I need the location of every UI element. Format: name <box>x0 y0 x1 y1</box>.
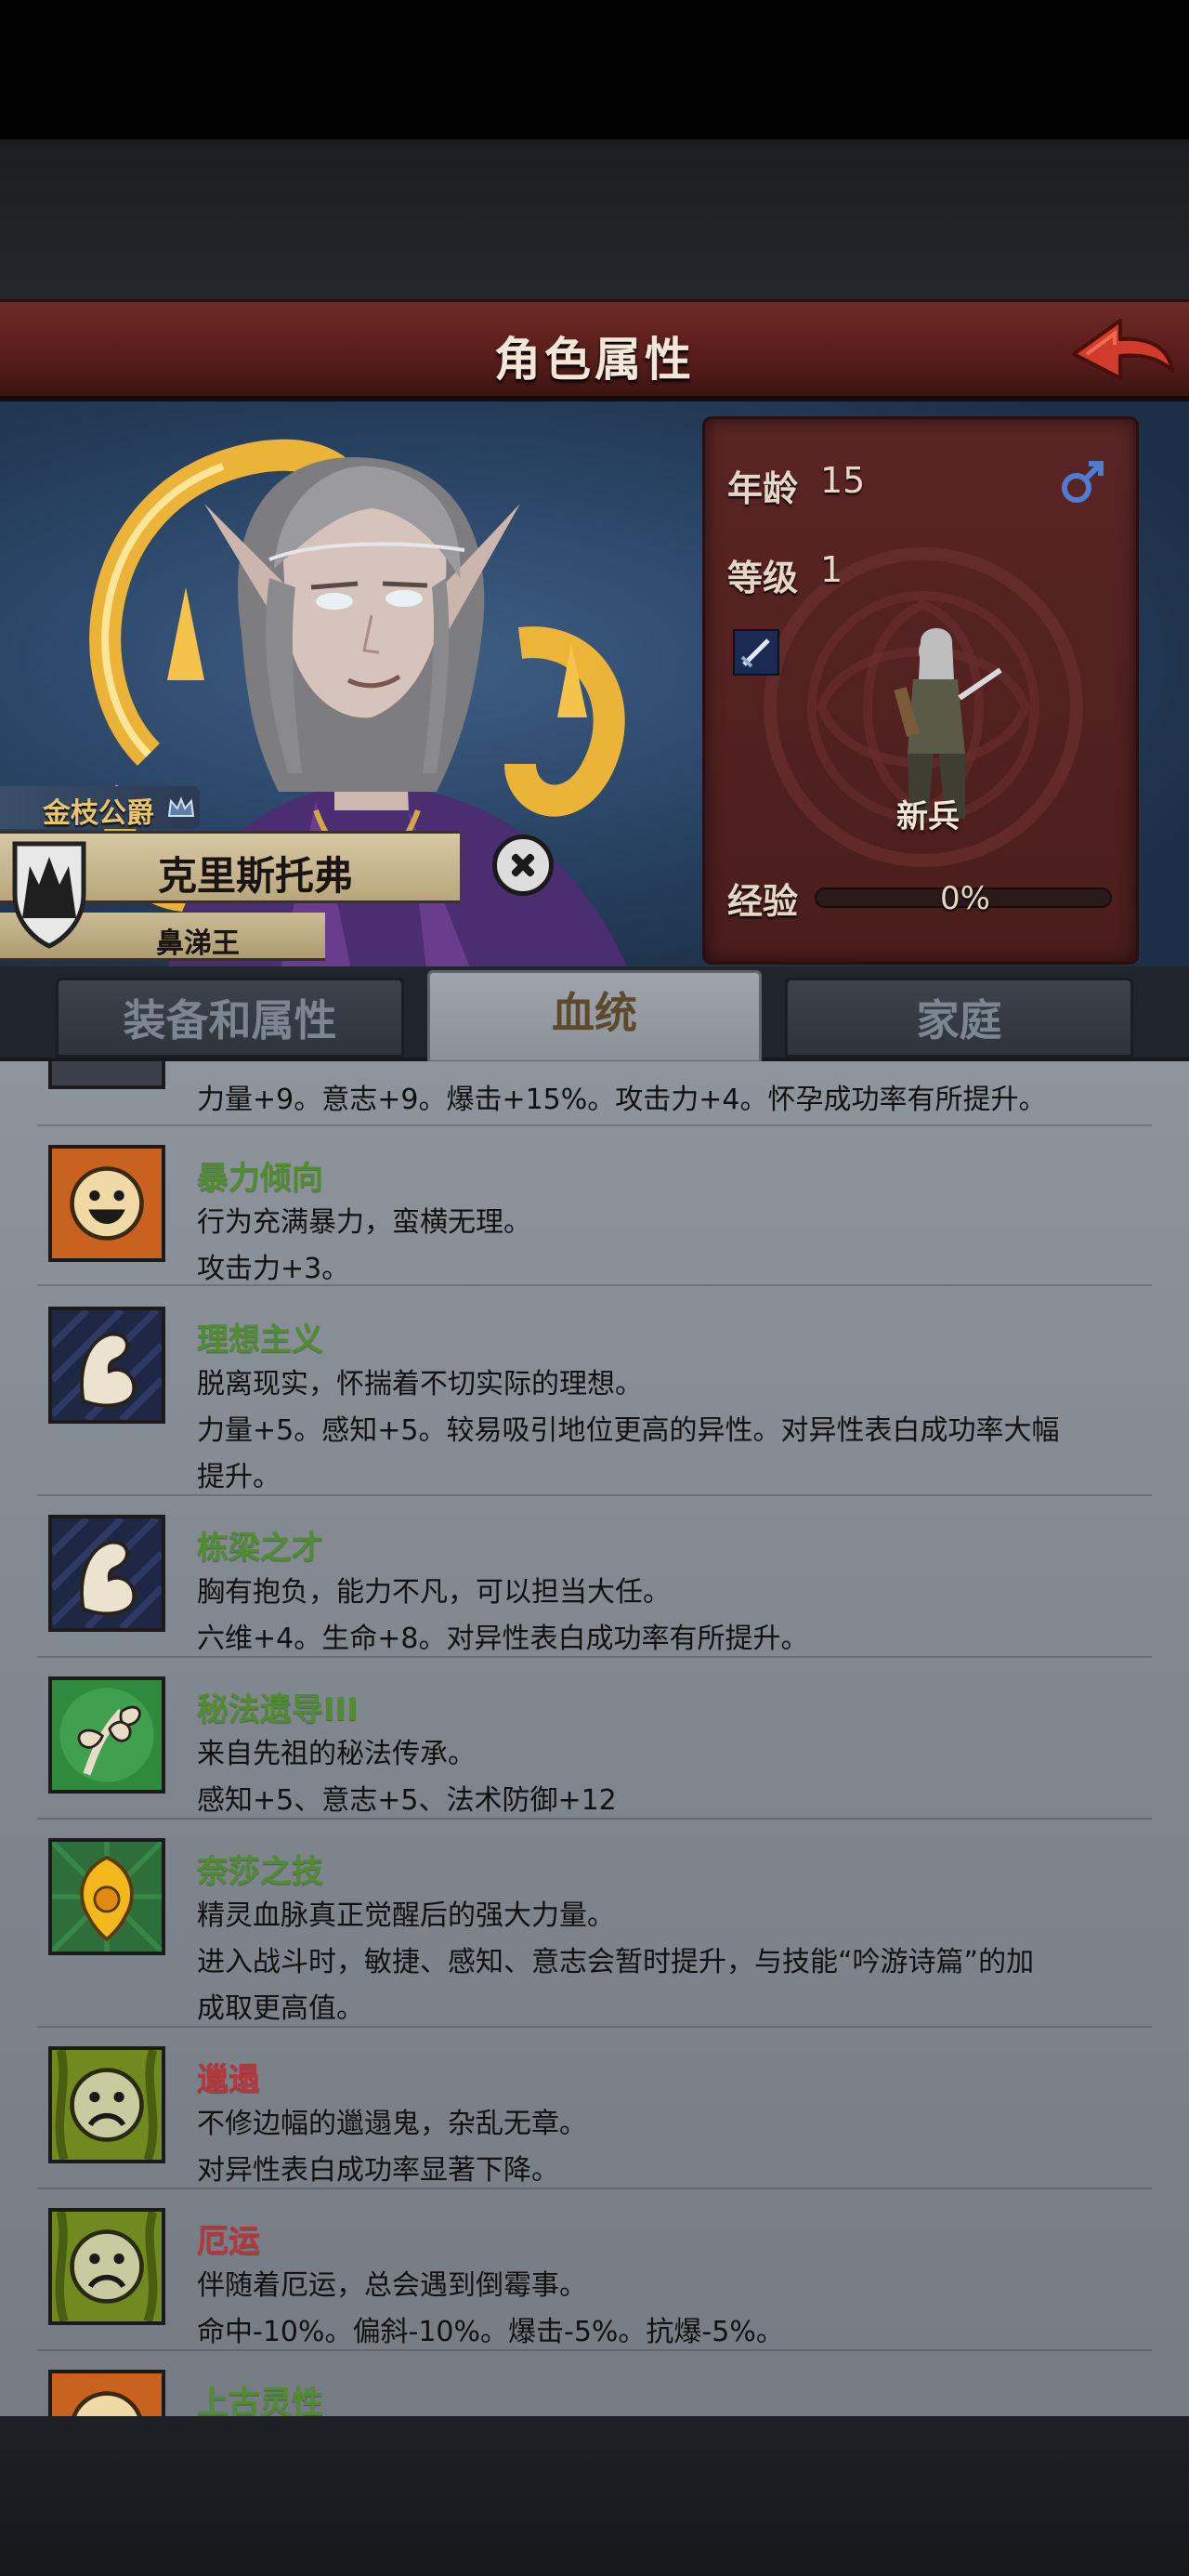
divider <box>37 1284 1152 1286</box>
sad-face-icon <box>48 2208 165 2325</box>
trait-list[interactable]: 力量+9。意志+9。爆击+15%。攻击力+4。怀孕成功率有所提升。 暴力倾向 行… <box>0 1061 1189 2416</box>
trait-name: 奈莎之技 <box>197 1853 323 1890</box>
exp-progress-bar: 0% <box>815 880 1112 917</box>
character-epithet: 鼻涕王 <box>156 927 240 960</box>
sad-face-icon <box>48 2046 165 2163</box>
level-value: 1 <box>820 549 843 590</box>
trait-effect: 攻击力+3。 <box>197 1253 350 1285</box>
trait-effect: 力量+5。感知+5。较易吸引地位更高的异性。对异性表白成功率大幅 <box>197 1414 1060 1447</box>
page-title: 角色属性 <box>494 333 695 387</box>
tab-bar: 装备和属性 血统 家庭 <box>0 966 1189 1063</box>
rank-title-badge: 金枝公爵 <box>0 786 200 830</box>
back-arrow-icon[interactable] <box>1066 313 1176 393</box>
age-label: 年龄 <box>727 468 799 509</box>
trait-effect: 命中-10%。偏斜-10%。爆击-5%。抗爆-5%。 <box>197 2316 784 2348</box>
heraldry-shield-icon <box>12 841 86 949</box>
tab-equipment[interactable]: 装备和属性 <box>56 978 404 1058</box>
male-symbol-icon <box>1062 461 1104 503</box>
exp-percent: 0% <box>940 880 990 917</box>
rank-title: 金枝公爵 <box>43 797 154 830</box>
divider <box>37 2026 1152 2028</box>
sprout-icon <box>48 1676 165 1794</box>
crown-icon <box>167 796 195 817</box>
trait-effect: 力量+9。意志+9。爆击+15%。攻击力+4。怀孕成功率有所提升。 <box>197 1084 1047 1116</box>
trait-effect: 对异性表白成功率显著下降。 <box>197 2154 559 2187</box>
trait-effect: 六维+4。生命+8。对异性表白成功率有所提升。 <box>197 1623 809 1655</box>
level-label: 等级 <box>727 558 799 598</box>
trait-name: 上古灵性 <box>197 2385 323 2416</box>
trait-effect: 感知+5、意志+5、法术防御+12 <box>197 1784 617 1817</box>
trait-description: 行为充满暴力，蛮横无理。 <box>197 1206 531 1239</box>
trait-description: 伴随着厄运，总会遇到倒霉事。 <box>197 2269 587 2302</box>
trait-name: 邋遢 <box>197 2061 260 2098</box>
trait-description: 脱离现实，怀揣着不切实际的理想。 <box>197 1368 643 1400</box>
divider <box>37 2349 1152 2351</box>
flexed-arm-icon <box>48 1515 165 1632</box>
trait-effect: 提升。 <box>197 1461 281 1493</box>
sword-class-icon <box>733 629 779 676</box>
flexed-arm-icon <box>48 1307 165 1424</box>
close-button[interactable] <box>492 835 554 896</box>
trait-description: 来自先祖的秘法传承。 <box>197 1738 476 1770</box>
happy-face-icon <box>48 2370 165 2416</box>
divider <box>37 2188 1152 2189</box>
divider <box>37 1656 1152 1658</box>
title-bar: 角色属性 <box>0 299 1189 401</box>
golden-flame-icon <box>48 1838 165 1955</box>
partial-trait-icon <box>48 1061 165 1089</box>
trait-name: 秘法遗导III <box>197 1691 359 1728</box>
trait-name: 栋梁之才 <box>197 1530 323 1567</box>
exp-label: 经验 <box>727 881 799 922</box>
divider <box>37 1124 1152 1126</box>
class-name: 新兵 <box>896 798 960 835</box>
trait-effect: 成取更高值。 <box>197 1992 364 2025</box>
trait-name: 厄运 <box>197 2223 260 2260</box>
bottom-bar <box>0 2416 1189 2576</box>
divider <box>37 1818 1152 1820</box>
trait-name: 暴力倾向 <box>197 1160 323 1197</box>
divider <box>37 1494 1152 1496</box>
happy-face-icon <box>48 1145 165 1262</box>
trait-effect: 进入战斗时，敏捷、感知、意志会暂时提升，与技能“吟游诗篇”的加 <box>197 1946 1035 1978</box>
trait-description: 不修边幅的邋遢鬼，杂乱无章。 <box>197 2108 587 2140</box>
stats-card: 年龄 15 等级 1 新兵 经验 0% <box>702 416 1139 965</box>
trait-description: 胸有抱负，能力不凡，可以担当大任。 <box>197 1576 671 1609</box>
tab-family[interactable]: 家庭 <box>785 978 1133 1058</box>
character-name: 克里斯托弗 <box>158 853 354 899</box>
top-backdrop <box>0 139 1189 302</box>
age-value: 15 <box>820 460 866 501</box>
trait-name: 理想主义 <box>197 1321 323 1359</box>
tab-bloodline[interactable]: 血统 <box>427 970 762 1063</box>
trait-description: 精灵血脉真正觉醒后的强大力量。 <box>197 1899 615 1932</box>
status-bar-area <box>0 0 1189 139</box>
